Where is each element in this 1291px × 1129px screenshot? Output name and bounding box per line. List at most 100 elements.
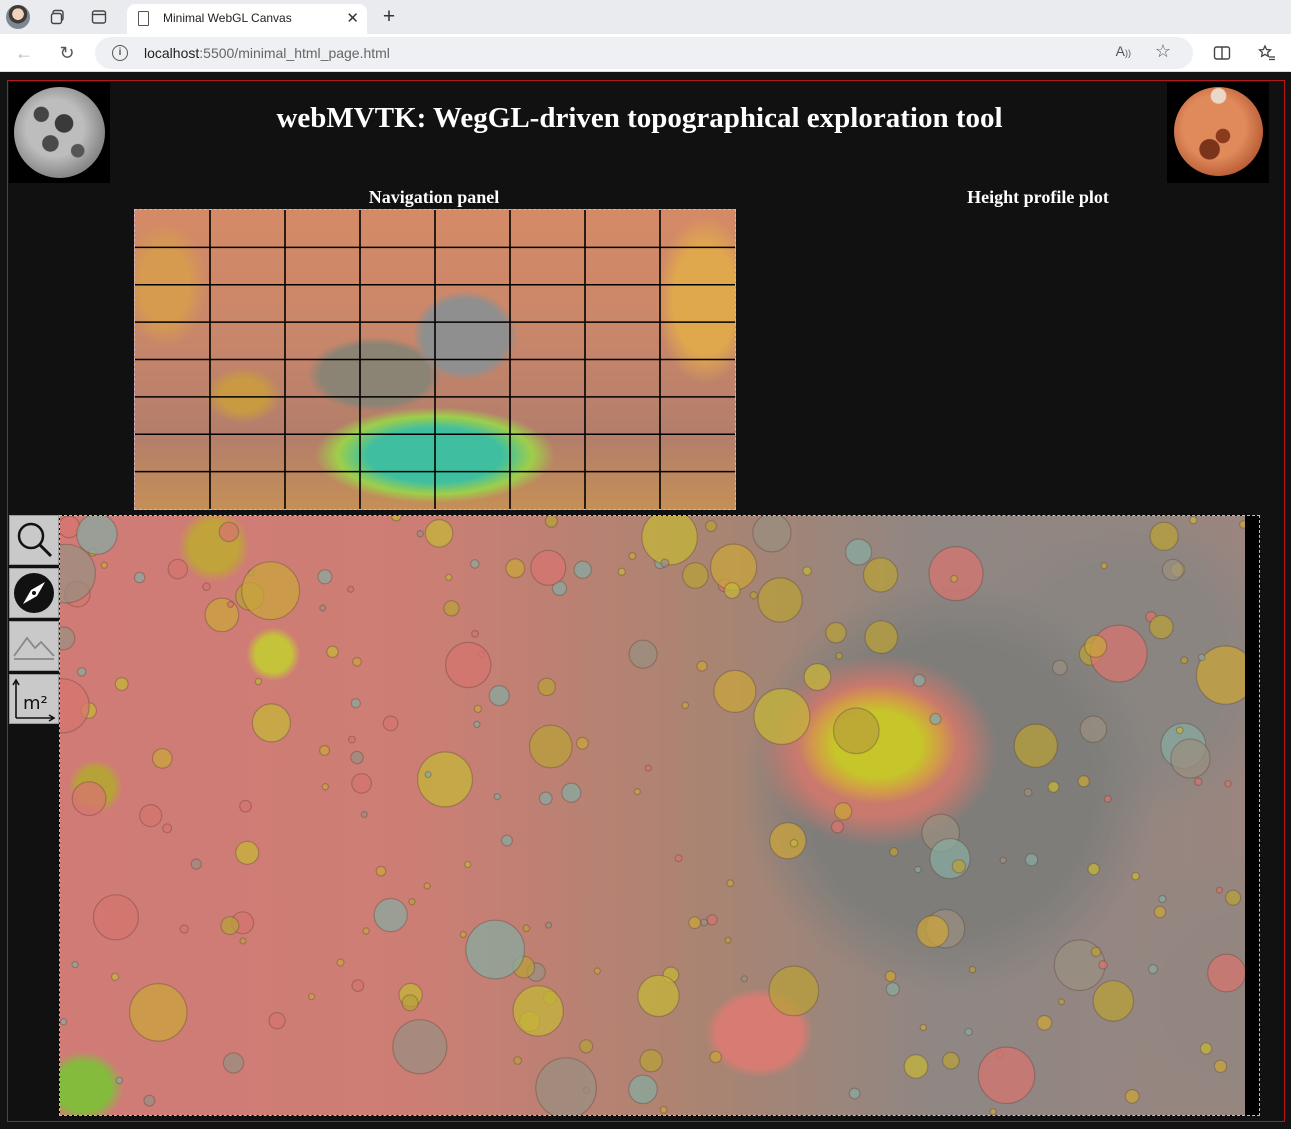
split-screen-icon[interactable] xyxy=(1210,41,1234,65)
reload-icon[interactable]: ↻ xyxy=(55,41,79,65)
crater xyxy=(60,626,76,651)
crater xyxy=(129,983,188,1042)
crater xyxy=(100,561,109,569)
profile-avatar[interactable] xyxy=(6,5,30,29)
crater xyxy=(628,1074,658,1105)
url-path: :5500/minimal_html_page.html xyxy=(199,45,390,61)
crater xyxy=(60,678,90,734)
crater xyxy=(76,516,118,555)
crater xyxy=(1051,659,1068,676)
crater xyxy=(501,834,514,847)
crater xyxy=(537,677,557,697)
collections-icon[interactable] xyxy=(46,5,70,29)
crater xyxy=(1084,634,1108,658)
tool-palette: m² xyxy=(9,515,59,727)
map-viewport[interactable] xyxy=(59,515,1260,1116)
url-text: localhost:5500/minimal_html_page.html xyxy=(144,45,390,61)
crater xyxy=(641,516,698,566)
crater xyxy=(723,582,741,599)
crater xyxy=(319,604,327,612)
crater xyxy=(628,551,637,560)
crater xyxy=(408,898,416,906)
crater xyxy=(179,924,189,934)
read-aloud-icon[interactable]: A)) xyxy=(1116,43,1131,59)
crater xyxy=(1149,614,1174,640)
crater xyxy=(235,840,260,865)
crater xyxy=(753,688,811,746)
mars-image xyxy=(1167,82,1269,183)
navigation-grid[interactable] xyxy=(135,210,735,509)
crater xyxy=(326,645,339,659)
browser-tab[interactable]: Minimal WebGL Canvas ✕ xyxy=(127,4,367,34)
crater xyxy=(544,921,553,929)
crater xyxy=(903,1054,929,1079)
page-title: webMVTK: WegGL-driven topographical expl… xyxy=(276,102,1003,134)
crater xyxy=(1213,1059,1228,1074)
crater xyxy=(488,685,510,707)
crater xyxy=(688,916,702,930)
crater xyxy=(752,516,792,553)
crater xyxy=(769,822,807,860)
crater xyxy=(308,993,316,1001)
zoom-tool-button[interactable] xyxy=(9,515,59,565)
area-measure-tool-button[interactable]: m² xyxy=(9,674,59,724)
crater xyxy=(512,985,564,1037)
crater xyxy=(578,1039,594,1054)
crater xyxy=(401,994,419,1012)
crater xyxy=(362,927,370,935)
height-profile-tool-button[interactable] xyxy=(9,621,59,671)
crater xyxy=(835,652,844,660)
crater xyxy=(1224,889,1242,906)
crater xyxy=(709,1050,722,1064)
favorites-icon[interactable] xyxy=(1255,41,1279,65)
crater xyxy=(424,770,432,779)
crater xyxy=(505,558,526,579)
crater xyxy=(1124,1089,1140,1104)
close-icon[interactable]: ✕ xyxy=(346,9,359,27)
crater xyxy=(914,865,922,874)
crater xyxy=(706,914,718,926)
crater xyxy=(92,894,140,941)
crater xyxy=(830,820,845,834)
star-icon[interactable]: ☆ xyxy=(1155,41,1171,62)
tab-title: Minimal WebGL Canvas xyxy=(163,11,292,25)
page-icon xyxy=(138,11,149,26)
crater xyxy=(1170,738,1211,779)
crater xyxy=(360,810,368,819)
height-profile-title: Height profile plot xyxy=(967,187,1109,207)
crater xyxy=(912,673,926,687)
crater xyxy=(644,764,652,772)
crater xyxy=(110,972,120,982)
crater xyxy=(317,569,333,585)
crater xyxy=(239,937,247,945)
crater xyxy=(573,560,592,579)
crater xyxy=(916,915,950,949)
crater xyxy=(929,837,971,880)
navigate-tool-button[interactable] xyxy=(9,568,59,618)
crater xyxy=(319,744,331,756)
crater xyxy=(1207,953,1245,993)
crater xyxy=(977,1046,1036,1105)
crater xyxy=(459,930,467,939)
crater xyxy=(60,1018,68,1026)
crater xyxy=(1189,516,1198,525)
topography-map-canvas[interactable] xyxy=(60,516,1245,1115)
crater xyxy=(347,735,356,744)
crater xyxy=(392,1019,448,1075)
crater xyxy=(162,823,173,834)
arrow-left-icon[interactable]: ← xyxy=(12,41,36,65)
tab-actions-icon[interactable] xyxy=(87,5,111,29)
crater xyxy=(190,858,202,870)
info-icon[interactable]: i xyxy=(112,45,128,61)
crater xyxy=(803,663,832,691)
new-tab-icon[interactable]: + xyxy=(377,5,401,29)
url-input[interactable]: i localhost:5500/minimal_html_page.html … xyxy=(95,37,1193,69)
crater xyxy=(202,582,211,592)
magnifier-icon xyxy=(17,522,53,558)
area-tool-label: m² xyxy=(23,693,48,714)
crater xyxy=(1087,862,1100,876)
crater xyxy=(493,793,501,801)
navigation-panel[interactable] xyxy=(134,209,736,510)
crater xyxy=(593,967,601,975)
crater xyxy=(964,1027,973,1037)
